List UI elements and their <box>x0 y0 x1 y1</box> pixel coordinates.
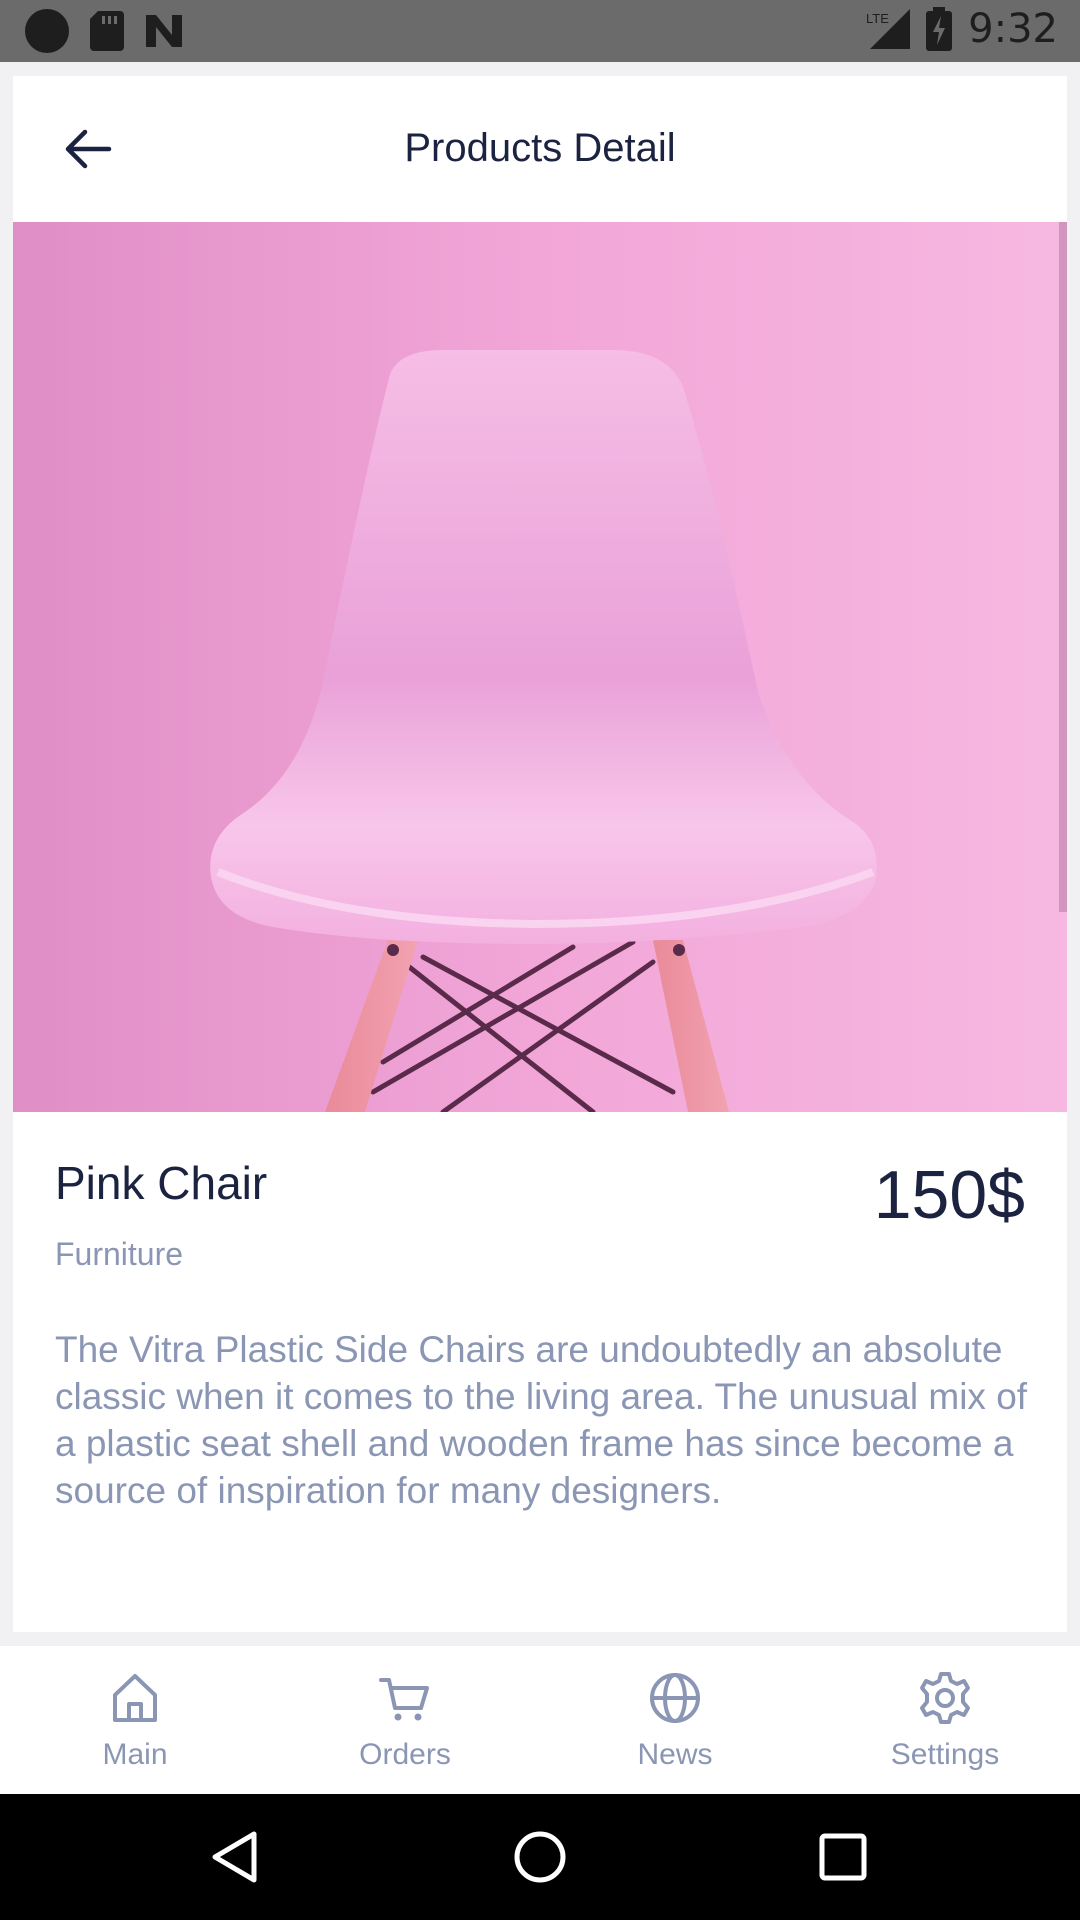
nav-item-news[interactable]: News <box>540 1646 810 1794</box>
cart-icon <box>379 1678 429 1721</box>
nav-label-settings: Settings <box>890 1738 1000 1771</box>
status-right-icons: LTE 9:32 <box>866 6 1058 52</box>
image-scroll-indicator <box>1059 222 1067 912</box>
product-detail-card: Products Detail Pink Chair Furniture 150… <box>13 76 1067 1632</box>
product-image <box>13 222 1067 1112</box>
nav-label-main: Main <box>102 1738 168 1771</box>
nav-item-settings[interactable]: Settings <box>810 1646 1080 1794</box>
globe-icon <box>650 1673 700 1723</box>
n-logo-icon <box>146 15 182 47</box>
sd-card-icon <box>90 11 124 51</box>
nav-label-news: News <box>637 1738 713 1771</box>
home-icon <box>113 1674 157 1722</box>
signal-icon: LTE <box>866 9 911 49</box>
status-time: 9:32 <box>968 6 1058 52</box>
recents-square-icon <box>819 1833 867 1881</box>
system-recents-button[interactable] <box>808 1822 878 1892</box>
product-description: The Vitra Plastic Side Chairs are undoub… <box>55 1329 1028 1511</box>
system-home-button[interactable] <box>505 1822 575 1892</box>
product-name: Pink Chair <box>55 1157 268 1209</box>
product-category: Furniture <box>55 1236 184 1272</box>
pink-chair-photo <box>13 222 1067 1112</box>
back-triangle-icon <box>212 1831 257 1883</box>
gear-icon <box>920 1672 970 1724</box>
record-dot-icon <box>25 9 69 53</box>
nav-item-orders[interactable]: Orders <box>270 1646 540 1794</box>
nav-item-main[interactable]: Main <box>0 1646 270 1794</box>
nav-label-orders: Orders <box>359 1738 451 1771</box>
system-back-button[interactable] <box>200 1822 270 1892</box>
top-app-bar: Products Detail <box>13 76 1067 222</box>
page-title: Products Detail <box>404 126 676 170</box>
product-price: 150$ <box>873 1157 1025 1233</box>
status-left-icons <box>24 8 184 54</box>
system-navigation-bar <box>0 1794 1080 1920</box>
home-circle-icon <box>514 1831 566 1883</box>
status-bar: LTE 9:32 <box>0 0 1080 62</box>
bottom-navigation: Main Orders News Settings <box>0 1646 1080 1794</box>
network-type-label: LTE <box>866 11 889 26</box>
battery-charging-icon <box>926 7 953 51</box>
